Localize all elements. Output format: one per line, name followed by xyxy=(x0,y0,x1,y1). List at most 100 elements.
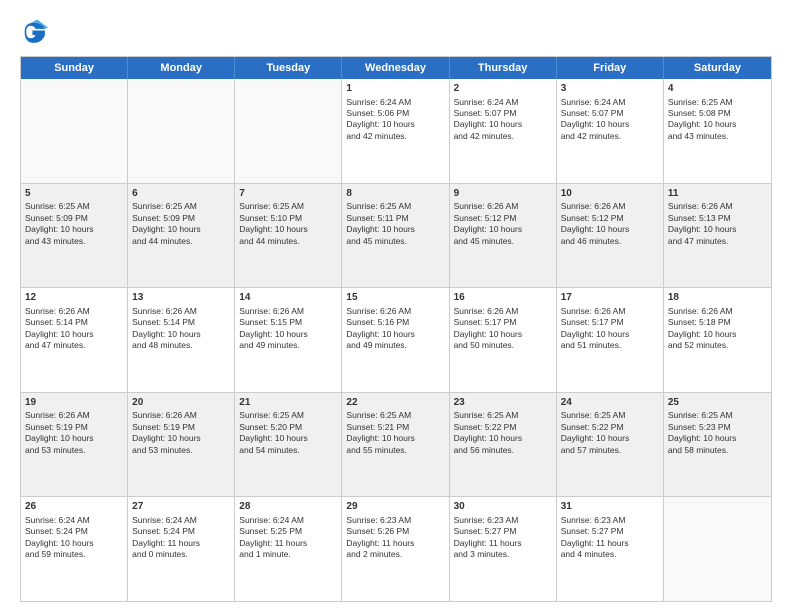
day-info: Sunset: 5:24 PM xyxy=(132,526,230,537)
day-info: Sunrise: 6:26 AM xyxy=(561,201,659,212)
day-info: Daylight: 10 hours xyxy=(346,224,444,235)
day-info: Sunset: 5:06 PM xyxy=(346,108,444,119)
day-number: 21 xyxy=(239,396,337,410)
day-info: Daylight: 11 hours xyxy=(132,538,230,549)
day-number: 4 xyxy=(668,82,767,96)
day-number: 15 xyxy=(346,291,444,305)
day-info: and 44 minutes. xyxy=(239,236,337,247)
day-cell: 27Sunrise: 6:24 AMSunset: 5:24 PMDayligh… xyxy=(128,497,235,601)
day-info: Sunset: 5:14 PM xyxy=(132,317,230,328)
day-info: Sunrise: 6:23 AM xyxy=(454,515,552,526)
day-info: Daylight: 10 hours xyxy=(561,224,659,235)
day-info: Daylight: 10 hours xyxy=(561,433,659,444)
day-cell: 6Sunrise: 6:25 AMSunset: 5:09 PMDaylight… xyxy=(128,184,235,288)
day-cell: 14Sunrise: 6:26 AMSunset: 5:15 PMDayligh… xyxy=(235,288,342,392)
day-info: Sunrise: 6:25 AM xyxy=(132,201,230,212)
day-number: 6 xyxy=(132,187,230,201)
day-info: Sunrise: 6:26 AM xyxy=(239,306,337,317)
day-info: Daylight: 10 hours xyxy=(239,329,337,340)
day-cell: 5Sunrise: 6:25 AMSunset: 5:09 PMDaylight… xyxy=(21,184,128,288)
day-info: Sunrise: 6:25 AM xyxy=(561,410,659,421)
day-info: Sunset: 5:08 PM xyxy=(668,108,767,119)
day-cell: 8Sunrise: 6:25 AMSunset: 5:11 PMDaylight… xyxy=(342,184,449,288)
day-info: Daylight: 10 hours xyxy=(239,224,337,235)
day-cell: 31Sunrise: 6:23 AMSunset: 5:27 PMDayligh… xyxy=(557,497,664,601)
empty-cell xyxy=(21,79,128,183)
page: SundayMondayTuesdayWednesdayThursdayFrid… xyxy=(0,0,792,612)
day-info: and 1 minute. xyxy=(239,549,337,560)
day-info: and 42 minutes. xyxy=(561,131,659,142)
day-info: Sunset: 5:19 PM xyxy=(25,422,123,433)
day-info: Daylight: 10 hours xyxy=(346,433,444,444)
day-number: 5 xyxy=(25,187,123,201)
day-info: Sunset: 5:20 PM xyxy=(239,422,337,433)
calendar-row: 12Sunrise: 6:26 AMSunset: 5:14 PMDayligh… xyxy=(21,288,771,393)
day-info: Sunrise: 6:26 AM xyxy=(346,306,444,317)
weekday-header: Thursday xyxy=(450,57,557,79)
day-info: Sunset: 5:15 PM xyxy=(239,317,337,328)
day-info: Daylight: 10 hours xyxy=(454,329,552,340)
day-cell: 25Sunrise: 6:25 AMSunset: 5:23 PMDayligh… xyxy=(664,393,771,497)
day-info: Sunset: 5:10 PM xyxy=(239,213,337,224)
day-info: Daylight: 11 hours xyxy=(346,538,444,549)
empty-cell xyxy=(235,79,342,183)
day-info: and 2 minutes. xyxy=(346,549,444,560)
day-info: Sunrise: 6:25 AM xyxy=(346,201,444,212)
day-info: Sunrise: 6:24 AM xyxy=(132,515,230,526)
day-cell: 9Sunrise: 6:26 AMSunset: 5:12 PMDaylight… xyxy=(450,184,557,288)
day-info: and 48 minutes. xyxy=(132,340,230,351)
day-info: Sunset: 5:13 PM xyxy=(668,213,767,224)
day-cell: 26Sunrise: 6:24 AMSunset: 5:24 PMDayligh… xyxy=(21,497,128,601)
day-info: and 49 minutes. xyxy=(346,340,444,351)
day-cell: 1Sunrise: 6:24 AMSunset: 5:06 PMDaylight… xyxy=(342,79,449,183)
day-cell: 28Sunrise: 6:24 AMSunset: 5:25 PMDayligh… xyxy=(235,497,342,601)
day-number: 30 xyxy=(454,500,552,514)
day-number: 20 xyxy=(132,396,230,410)
day-number: 28 xyxy=(239,500,337,514)
header xyxy=(20,18,772,46)
day-info: and 4 minutes. xyxy=(561,549,659,560)
day-info: Sunset: 5:25 PM xyxy=(239,526,337,537)
day-number: 10 xyxy=(561,187,659,201)
day-info: Sunset: 5:12 PM xyxy=(561,213,659,224)
day-info: Sunset: 5:07 PM xyxy=(561,108,659,119)
day-info: Daylight: 10 hours xyxy=(132,433,230,444)
day-info: and 47 minutes. xyxy=(668,236,767,247)
day-cell: 22Sunrise: 6:25 AMSunset: 5:21 PMDayligh… xyxy=(342,393,449,497)
day-info: and 57 minutes. xyxy=(561,445,659,456)
day-info: and 58 minutes. xyxy=(668,445,767,456)
day-info: Sunrise: 6:23 AM xyxy=(346,515,444,526)
day-number: 22 xyxy=(346,396,444,410)
day-number: 2 xyxy=(454,82,552,96)
day-info: Sunset: 5:16 PM xyxy=(346,317,444,328)
day-info: Sunrise: 6:24 AM xyxy=(346,97,444,108)
logo xyxy=(20,18,52,46)
day-info: Sunrise: 6:25 AM xyxy=(239,201,337,212)
day-info: Sunset: 5:07 PM xyxy=(454,108,552,119)
day-info: Sunset: 5:11 PM xyxy=(346,213,444,224)
day-info: and 42 minutes. xyxy=(346,131,444,142)
day-number: 26 xyxy=(25,500,123,514)
day-cell: 18Sunrise: 6:26 AMSunset: 5:18 PMDayligh… xyxy=(664,288,771,392)
day-info: Sunset: 5:12 PM xyxy=(454,213,552,224)
day-info: Daylight: 10 hours xyxy=(25,224,123,235)
day-info: Sunset: 5:19 PM xyxy=(132,422,230,433)
day-number: 27 xyxy=(132,500,230,514)
day-cell: 13Sunrise: 6:26 AMSunset: 5:14 PMDayligh… xyxy=(128,288,235,392)
day-number: 7 xyxy=(239,187,337,201)
day-cell: 24Sunrise: 6:25 AMSunset: 5:22 PMDayligh… xyxy=(557,393,664,497)
day-info: Sunrise: 6:23 AM xyxy=(561,515,659,526)
day-info: and 47 minutes. xyxy=(25,340,123,351)
day-number: 18 xyxy=(668,291,767,305)
day-info: Daylight: 10 hours xyxy=(132,224,230,235)
day-info: Sunset: 5:22 PM xyxy=(561,422,659,433)
day-info: and 0 minutes. xyxy=(132,549,230,560)
day-info: Sunrise: 6:25 AM xyxy=(668,410,767,421)
day-info: Sunrise: 6:25 AM xyxy=(668,97,767,108)
day-info: Sunrise: 6:26 AM xyxy=(132,306,230,317)
day-info: Daylight: 10 hours xyxy=(346,119,444,130)
day-cell: 19Sunrise: 6:26 AMSunset: 5:19 PMDayligh… xyxy=(21,393,128,497)
day-info: Daylight: 11 hours xyxy=(561,538,659,549)
calendar-body: 1Sunrise: 6:24 AMSunset: 5:06 PMDaylight… xyxy=(21,79,771,601)
day-cell: 23Sunrise: 6:25 AMSunset: 5:22 PMDayligh… xyxy=(450,393,557,497)
